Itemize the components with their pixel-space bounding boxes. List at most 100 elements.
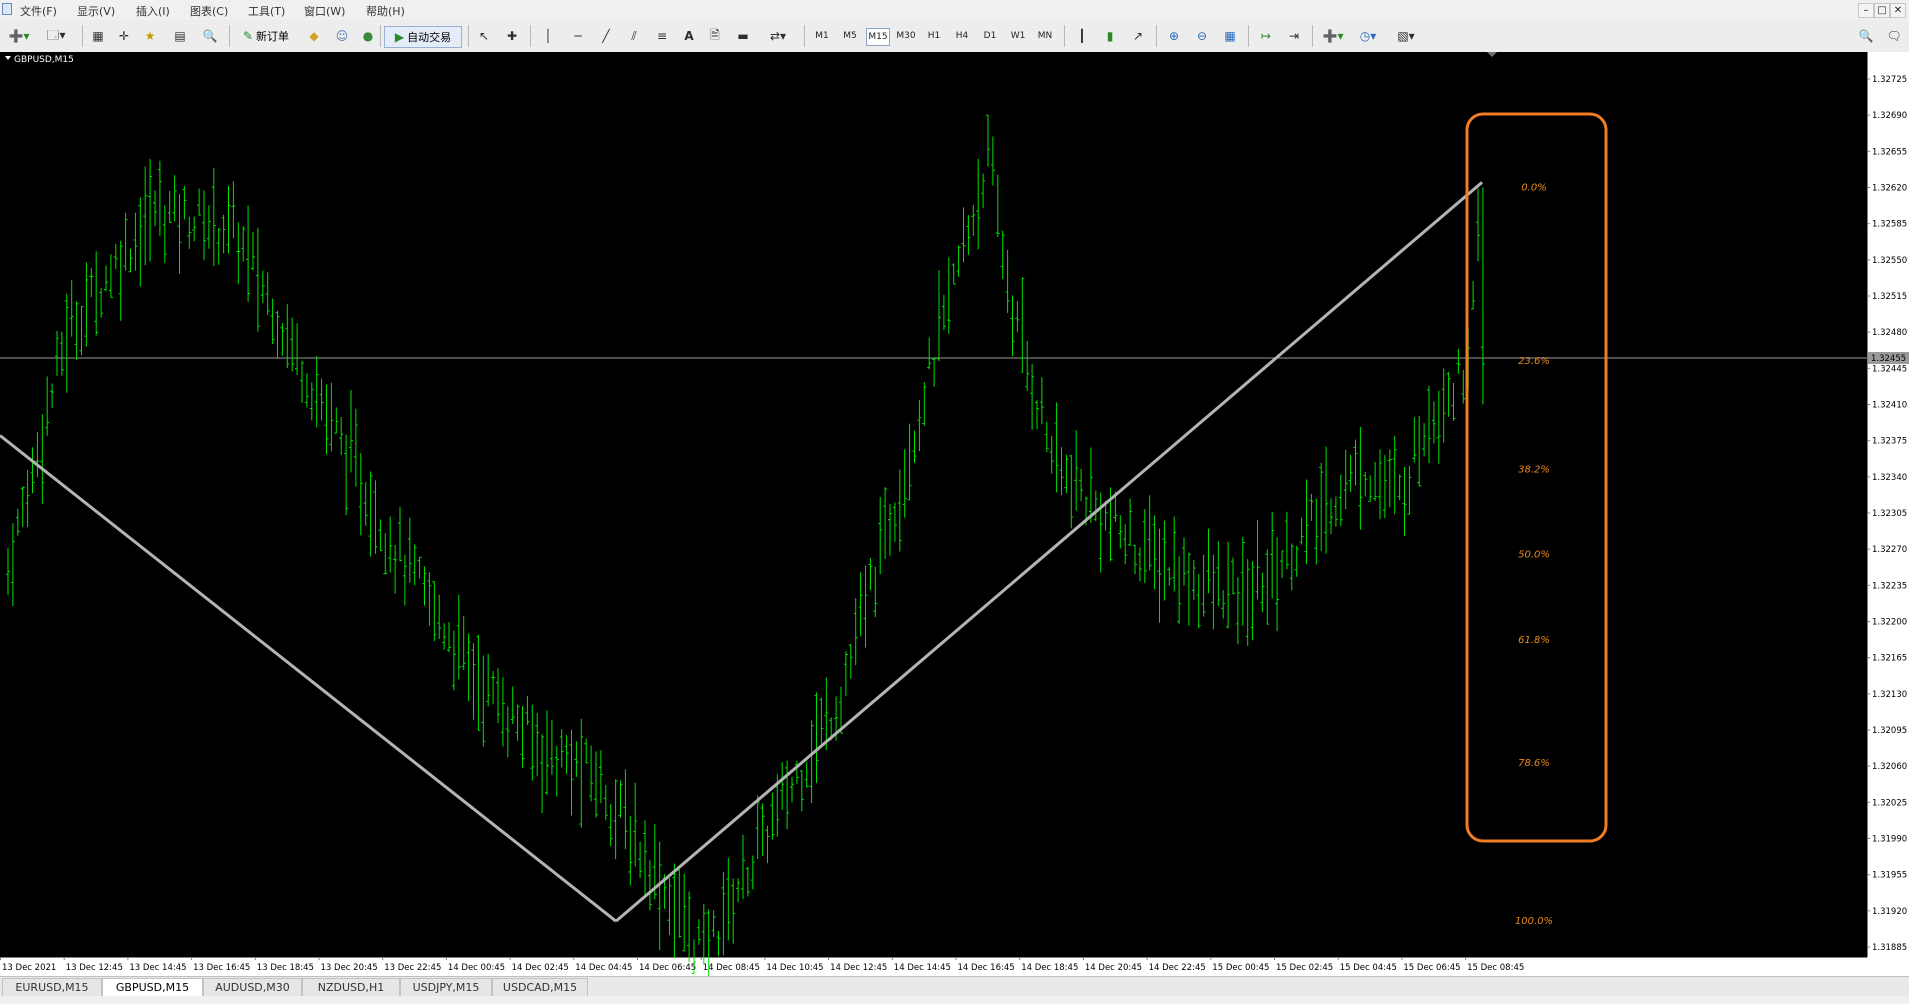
menu-window[interactable]: 窗口(W) [304, 3, 345, 19]
market-watch-icon[interactable]: ▦ [88, 26, 108, 46]
timeframe-w1-button[interactable]: W1 [1008, 28, 1028, 44]
periods-button[interactable]: ◷▾ [1352, 26, 1384, 46]
plot-area[interactable] [0, 52, 1867, 957]
chart-tab-eurusd-m15[interactable]: EURUSD,M15 [2, 978, 102, 997]
time-tick-label: 13 Dec 12:45 [66, 963, 123, 973]
terminal-icon[interactable]: ▤ [170, 26, 190, 46]
trendline-icon[interactable]: ╱ [596, 26, 616, 46]
menu-file[interactable]: 文件(F) [20, 3, 57, 19]
fib-level-label: 38.2% [1518, 465, 1550, 476]
new-order-label: 新订单 [256, 30, 290, 43]
search-icon[interactable]: 🔍 [1856, 26, 1876, 46]
price-tick-label: 1.32025 [1872, 798, 1907, 808]
price-tick-label: 1.32340 [1872, 473, 1907, 483]
price-tick-label: 1.32305 [1872, 509, 1907, 519]
text-label-icon[interactable]: 🖹 [706, 26, 724, 46]
close-icon[interactable]: ✕ [1890, 3, 1906, 18]
tile-windows-icon[interactable]: ▦ [1220, 26, 1240, 46]
zoom-in-icon[interactable]: ⊕ [1164, 26, 1184, 46]
data-window-icon[interactable]: ✛ [114, 26, 134, 46]
autoscroll-icon[interactable]: ↦ [1256, 26, 1276, 46]
cursor-icon[interactable]: ↖ [474, 26, 494, 46]
price-tick-label: 1.32270 [1872, 545, 1907, 555]
timeframe-m1-button[interactable]: M1 [812, 28, 832, 44]
chart-window[interactable]: GBPUSD,M15 1.32725 1.32690 1.32655 1.32620 1.… [0, 52, 1909, 976]
time-tick-label: 14 Dec 20:45 [1085, 963, 1142, 973]
toolbar-separator [229, 25, 230, 47]
menu-view[interactable]: 显示(V) [77, 3, 115, 19]
bar-chart-icon[interactable]: ┃ [1072, 26, 1092, 46]
fib-level-label: 23.6% [1518, 356, 1550, 367]
price-tick-label: 1.32655 [1872, 147, 1907, 157]
auto-trading-button[interactable]: ▶ 自动交易 [384, 26, 462, 48]
price-tick-label: 1.32375 [1872, 437, 1907, 447]
menu-charts[interactable]: 图表(C) [190, 3, 228, 19]
auto-trading-icon: ▶ [394, 30, 405, 44]
profiles-button[interactable]: 🗔▾ [40, 26, 72, 46]
restore-icon[interactable]: □ [1874, 3, 1890, 18]
navigator-icon[interactable]: ★ [140, 26, 160, 46]
candlestick-icon[interactable]: ▮ [1100, 26, 1120, 46]
toolbar-separator [1248, 25, 1249, 47]
price-tick-label: 1.32725 [1872, 75, 1907, 85]
time-tick-label: 14 Dec 14:45 [894, 963, 951, 973]
auto-trading-label: 自动交易 [407, 31, 452, 44]
timeframe-m15-button[interactable]: M15 [866, 28, 890, 46]
time-tick-label: 13 Dec 22:45 [384, 963, 441, 973]
timeframe-m30-button[interactable]: M30 [894, 28, 918, 44]
timeframe-d1-button[interactable]: D1 [980, 28, 1000, 44]
indicators-button[interactable]: ➕▾ [1318, 26, 1348, 46]
time-tick-label: 13 Dec 20:45 [321, 963, 378, 973]
time-tick-label: 14 Dec 00:45 [448, 963, 505, 973]
timeframe-h1-button[interactable]: H1 [924, 28, 944, 44]
chart-tab-nzdusd-h1[interactable]: NZDUSD,H1 [302, 978, 400, 997]
time-tick-label: 15 Dec 08:45 [1467, 963, 1524, 973]
time-tick-label: 13 Dec 14:45 [129, 963, 186, 973]
text-icon[interactable]: A [680, 26, 698, 46]
time-tick-label: 13 Dec 2021 [2, 963, 56, 973]
chart-tab-audusd-m30[interactable]: AUDUSD,M30 [203, 978, 302, 997]
time-tick-label: 15 Dec 06:45 [1403, 963, 1460, 973]
chart-symbol-label: GBPUSD,M15 [14, 55, 74, 65]
time-tick-label: 14 Dec 04:45 [575, 963, 632, 973]
rectangle-icon[interactable]: ▬ [734, 26, 752, 46]
vertical-line-icon[interactable]: │ [540, 26, 556, 46]
timeframe-m5-button[interactable]: M5 [840, 28, 860, 44]
time-tick-label: 14 Dec 16:45 [958, 963, 1015, 973]
shapes-dropdown-button[interactable]: ⇄▾ [762, 26, 794, 46]
chart-tab-gbpusd-m15[interactable]: GBPUSD,M15 [102, 978, 203, 997]
line-chart-icon[interactable]: ↗ [1128, 26, 1148, 46]
price-chart[interactable]: GBPUSD,M15 1.32725 1.32690 1.32655 1.32620 1.… [0, 52, 1909, 976]
chart-tab-usdcad-m15[interactable]: USDCAD,M15 [492, 978, 588, 997]
time-tick-label: 14 Dec 08:45 [703, 963, 760, 973]
current-price-label: 1.32455 [1871, 354, 1906, 364]
menu-help[interactable]: 帮助(H) [366, 3, 405, 19]
minimize-icon[interactable]: – [1858, 3, 1874, 18]
new-chart-button[interactable]: ➕▾ [4, 26, 34, 46]
time-tick-label: 15 Dec 02:45 [1276, 963, 1333, 973]
strategy-tester-icon[interactable]: 🔍 [200, 26, 220, 46]
chat-icon[interactable]: 🗨 [1884, 26, 1904, 46]
fibonacci-icon[interactable]: ≡ [652, 26, 672, 46]
horizontal-line-icon[interactable]: ─ [568, 26, 588, 46]
menu-insert[interactable]: 插入(I) [136, 3, 170, 19]
price-tick-label: 1.32130 [1872, 690, 1907, 700]
new-order-button[interactable]: ✎ 新订单 [235, 26, 297, 46]
community-icon[interactable]: ☺ [332, 26, 352, 46]
zoom-out-icon[interactable]: ⊖ [1192, 26, 1212, 46]
menu-tools[interactable]: 工具(T) [248, 3, 285, 19]
timeframe-h4-button[interactable]: H4 [952, 28, 972, 44]
chart-shift-icon[interactable]: ⇥ [1284, 26, 1304, 46]
templates-button[interactable]: ▧▾ [1390, 26, 1422, 46]
toolbar-separator [1312, 25, 1313, 47]
chart-tab-usdjpy-m15[interactable]: USDJPY,M15 [400, 978, 492, 997]
fib-level-label: 50.0% [1518, 549, 1550, 560]
time-tick-label: 13 Dec 16:45 [193, 963, 250, 973]
globe-icon[interactable]: ● [358, 26, 378, 46]
price-tick-label: 1.31990 [1872, 835, 1907, 845]
time-tick-label: 13 Dec 18:45 [257, 963, 314, 973]
timeframe-mn-button[interactable]: MN [1034, 28, 1056, 44]
crosshair-icon[interactable]: ✚ [502, 26, 522, 46]
metaeditor-icon[interactable]: ◆ [304, 26, 324, 46]
channel-icon[interactable]: ⫽ [624, 26, 644, 46]
